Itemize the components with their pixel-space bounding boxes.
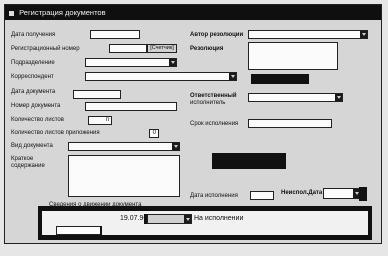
- doc-date-label: Дата документа: [11, 89, 56, 95]
- execution-new-field[interactable]: [56, 226, 102, 235]
- department-label: Подразделение: [11, 60, 55, 66]
- summary-label-line2: содержание: [11, 163, 45, 169]
- doc-number-label: Номер документа: [11, 103, 61, 109]
- execution-panel: 19.07.96 На исполнении: [38, 206, 372, 240]
- responsible-label-line1: Ответственный: [190, 93, 237, 99]
- unexecuted-select[interactable]: [323, 188, 361, 199]
- window-menu-icon[interactable]: [9, 10, 14, 16]
- resolution-textarea[interactable]: [248, 42, 338, 70]
- reg-number-field[interactable]: [109, 44, 147, 53]
- exec-date-label: Дата исполнения: [190, 193, 238, 199]
- chevron-down-icon[interactable]: [360, 31, 367, 38]
- attach-count-field[interactable]: 0: [149, 129, 159, 138]
- window-title: Регистрация документов: [19, 8, 106, 17]
- sheet-count-label: Количество листов: [11, 117, 64, 123]
- counter-button[interactable]: [Счетчик]: [147, 44, 177, 53]
- chevron-down-icon[interactable]: [335, 94, 342, 101]
- doc-type-label: Вид документа: [11, 143, 53, 149]
- deadline-field[interactable]: [248, 119, 332, 128]
- chevron-down-icon[interactable]: [184, 215, 191, 223]
- unexecuted-label: Неиспол.Дата: [281, 190, 323, 196]
- author-resolution-label: Автор резолюции: [190, 32, 244, 38]
- responsible-select[interactable]: [248, 93, 343, 102]
- chevron-down-icon[interactable]: [169, 59, 176, 66]
- blank-black-field: [251, 74, 309, 84]
- chevron-down-icon[interactable]: [229, 73, 236, 80]
- resolution-label: Резолюция: [190, 46, 224, 52]
- execution-status-value: На исполнении: [194, 215, 244, 222]
- summary-textarea[interactable]: [68, 155, 180, 197]
- execution-status-select[interactable]: [147, 214, 192, 224]
- sheet-count-field[interactable]: п: [88, 116, 112, 125]
- chevron-down-icon[interactable]: [172, 143, 179, 150]
- responsible-label-line2: исполнитель: [190, 100, 226, 106]
- summary-label-line1: Краткое: [11, 156, 34, 162]
- execution-panel-inner: 19.07.96 На исполнении: [42, 211, 368, 235]
- department-select[interactable]: [85, 58, 177, 67]
- doc-date-field[interactable]: [73, 90, 121, 99]
- date-received-label: Дата получения: [11, 32, 56, 38]
- deadline-label: Срок исполнения: [190, 121, 239, 127]
- correspondent-select[interactable]: [85, 72, 237, 81]
- execution-row[interactable]: 19.07.96 На исполнении: [42, 214, 368, 224]
- reg-number-label: Регистрационный номер: [11, 46, 80, 52]
- execution-field-mark: [100, 226, 102, 235]
- doc-type-select[interactable]: [68, 142, 180, 151]
- exec-date-field[interactable]: [250, 191, 274, 200]
- author-resolution-select[interactable]: [248, 30, 368, 39]
- blank-black-block: [212, 153, 286, 169]
- attach-count-label: Количество листов приложения: [11, 130, 100, 136]
- unexecuted-scroll-block: [359, 187, 367, 201]
- date-received-field[interactable]: [90, 30, 140, 39]
- correspondent-label: Корреспондент: [11, 74, 54, 80]
- doc-number-field[interactable]: [85, 102, 177, 111]
- window-titlebar: Регистрация документов: [5, 5, 381, 20]
